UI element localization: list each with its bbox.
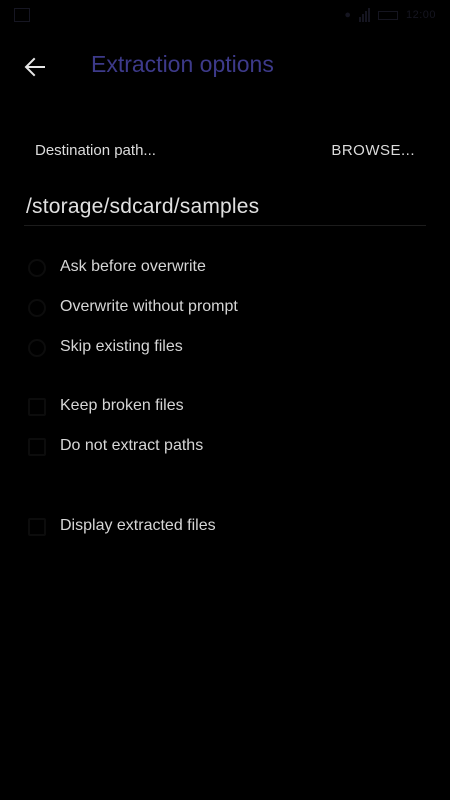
status-icons: ● 12:00 [344, 7, 436, 23]
app-bar: Extraction options [0, 36, 450, 96]
arrow-left-icon [24, 57, 45, 77]
checkbox-icon [28, 518, 46, 536]
checkbox-icon [28, 438, 46, 456]
checkbox-icon [28, 398, 46, 416]
status-bar: ● 12:00 [0, 0, 450, 32]
back-button[interactable] [20, 52, 50, 82]
option-skip-existing-files[interactable]: Skip existing files [24, 332, 426, 364]
wifi-icon: ● [344, 9, 351, 21]
signal-icon [358, 8, 370, 22]
option-label: Do not extract paths [60, 437, 204, 454]
status-time: 12:00 [405, 9, 436, 21]
bottom-navigation [0, 748, 450, 800]
option-label: Overwrite without prompt [60, 298, 238, 315]
radio-icon [28, 299, 46, 317]
radio-icon [28, 259, 46, 277]
option-overwrite-without-prompt[interactable]: Overwrite without prompt [24, 292, 426, 324]
radio-icon [28, 339, 46, 357]
page-title: Extraction options [91, 51, 274, 77]
option-do-not-extract-paths[interactable]: Do not extract paths [24, 431, 426, 463]
notification-icon [14, 8, 30, 22]
option-label: Display extracted files [60, 517, 216, 534]
destination-path-input[interactable]: /storage/sdcard/samples [24, 192, 426, 226]
option-label: Keep broken files [60, 397, 184, 414]
destination-path-value: /storage/sdcard/samples [26, 195, 260, 218]
option-display-extracted-files[interactable]: Display extracted files [24, 511, 426, 543]
option-ask-before-overwrite[interactable]: Ask before overwrite [24, 252, 426, 284]
option-label: Skip existing files [60, 338, 183, 355]
option-label: Ask before overwrite [60, 258, 206, 275]
destination-row: Destination path... BROWSE... [24, 136, 426, 166]
destination-path-label: Destination path... [35, 142, 156, 159]
option-keep-broken-files[interactable]: Keep broken files [24, 391, 426, 423]
browse-button[interactable]: BROWSE... [331, 142, 415, 159]
battery-icon [377, 10, 398, 20]
